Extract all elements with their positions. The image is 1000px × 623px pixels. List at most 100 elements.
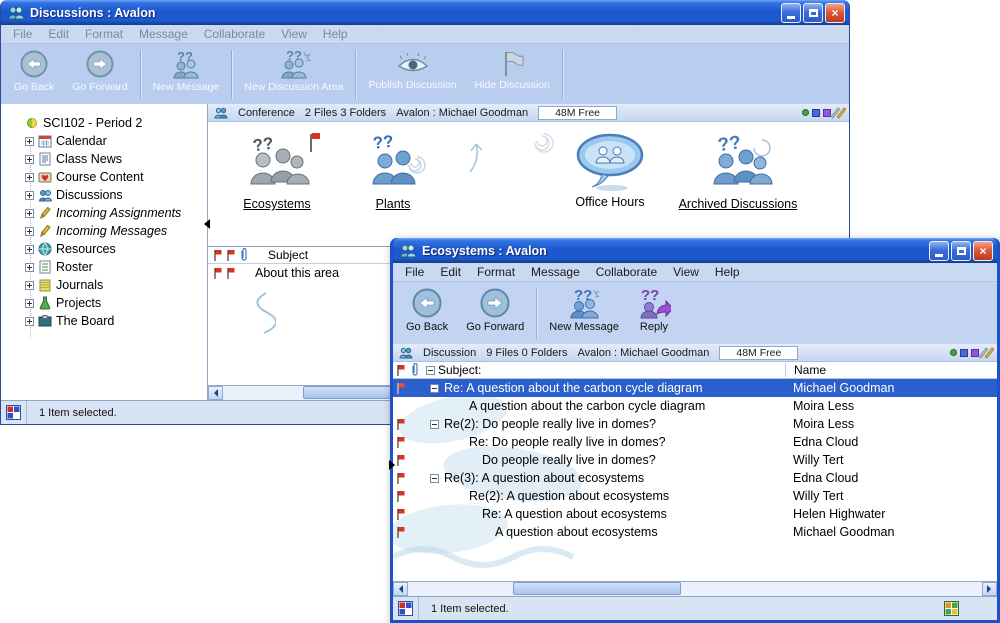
scrollbar-track[interactable] <box>408 582 982 596</box>
paperclip-column-icon[interactable] <box>239 248 249 262</box>
message-row[interactable]: Re: A question about the carbon cycle di… <box>393 379 997 397</box>
maximize-button[interactable] <box>951 241 971 261</box>
minimize-button[interactable] <box>929 241 949 261</box>
hide-discussion-button[interactable]: Hide Discussion <box>466 47 559 102</box>
menu-item-help[interactable]: Help <box>707 263 748 281</box>
collapse-thread-icon[interactable] <box>430 420 439 429</box>
expand-plus-icon[interactable] <box>25 137 34 146</box>
view-mode-button[interactable] <box>1 401 27 424</box>
expand-plus-icon[interactable] <box>25 191 34 200</box>
expand-plus-icon[interactable] <box>25 155 34 164</box>
scroll-left-button[interactable] <box>208 386 223 400</box>
menu-item-format[interactable]: Format <box>469 263 523 281</box>
sidebar-item-label: Class News <box>56 152 122 166</box>
message-row[interactable]: Re(3): A question about ecosystems Edna … <box>393 469 997 487</box>
minimize-button[interactable] <box>781 3 801 23</box>
list-item-label: About this area <box>255 266 339 280</box>
close-button[interactable]: × <box>973 241 993 261</box>
subject-column-header[interactable]: Subject <box>268 248 308 262</box>
flag-column-icon[interactable] <box>213 249 223 261</box>
new-discussion-area-button[interactable]: ?? New Discussion Area <box>235 47 352 102</box>
sidebar-item-roster[interactable]: Roster <box>1 258 207 276</box>
paperclip-column-icon[interactable] <box>410 363 420 377</box>
subject-column-header[interactable]: Subject: <box>438 363 785 377</box>
toolbar-separator <box>562 50 563 99</box>
sidebar-item-discussions[interactable]: Discussions <box>1 186 207 204</box>
sidebar-item-projects[interactable]: Projects <box>1 294 207 312</box>
message-row[interactable]: A question about ecosystems Michael Good… <box>393 523 997 541</box>
status-dot-icon[interactable] <box>950 349 957 356</box>
sidebar-item-resources[interactable]: Resources <box>1 240 207 258</box>
message-row[interactable]: Re: Do people really live in domes? Edna… <box>393 433 997 451</box>
view-icon[interactable] <box>960 349 968 357</box>
view-icon[interactable] <box>812 109 820 117</box>
view-mode-button[interactable] <box>393 597 419 620</box>
menu-item-message[interactable]: Message <box>131 25 196 43</box>
sidebar-item-incoming-assignments[interactable]: Incoming Assignments <box>1 204 207 222</box>
expand-plus-icon[interactable] <box>25 245 34 254</box>
maximize-button[interactable] <box>803 3 823 23</box>
expand-plus-icon[interactable] <box>25 281 34 290</box>
message-row[interactable]: Re(2): A question about ecosystems Willy… <box>393 487 997 505</box>
menu-item-message[interactable]: Message <box>523 263 588 281</box>
discussion-kind: Discussion <box>423 347 476 359</box>
scrollbar-thumb[interactable] <box>513 582 681 595</box>
expand-plus-icon[interactable] <box>25 227 34 236</box>
tree-root[interactable]: SCI102 - Period 2 <box>1 114 207 132</box>
menu-item-view[interactable]: View <box>273 25 315 43</box>
palette-icon[interactable] <box>823 109 831 117</box>
message-row[interactable]: A question about the carbon cycle diagra… <box>393 397 997 415</box>
conference-icon-archived-discussions[interactable]: ?? Archived Discussions <box>663 130 813 211</box>
flag-icon <box>396 418 406 430</box>
conference-icon-plants[interactable]: ?? Plants <box>318 130 468 211</box>
go-forward-button[interactable]: Go Forward <box>457 285 533 342</box>
pane-splitter-arrow[interactable] <box>389 460 400 470</box>
sidebar-item-class-news[interactable]: Class News <box>1 150 207 168</box>
menu-item-collaborate[interactable]: Collaborate <box>588 263 665 281</box>
expand-plus-icon[interactable] <box>25 209 34 218</box>
menu-item-format[interactable]: Format <box>77 25 131 43</box>
titlebar[interactable]: Discussions : Avalon × <box>1 0 849 25</box>
menu-item-help[interactable]: Help <box>315 25 356 43</box>
message-row[interactable]: Do people really live in domes? Willy Te… <box>393 451 997 469</box>
menu-item-file[interactable]: File <box>397 263 432 281</box>
message-row[interactable]: Re: A question about ecosystems Helen Hi… <box>393 505 997 523</box>
new-message-button[interactable]: ?? New Message <box>540 285 628 342</box>
sidebar-item-incoming-messages[interactable]: Incoming Messages <box>1 222 207 240</box>
expand-plus-icon[interactable] <box>25 299 34 308</box>
status-dot-icon[interactable] <box>802 109 809 116</box>
menu-item-file[interactable]: File <box>5 25 40 43</box>
go-forward-button[interactable]: Go Forward <box>63 47 136 102</box>
flag-column-icon[interactable] <box>396 364 406 376</box>
layout-toggle-button[interactable] <box>944 601 959 616</box>
scroll-left-button[interactable] <box>393 582 408 596</box>
palette-icon[interactable] <box>971 349 979 357</box>
go-back-button[interactable]: Go Back <box>5 47 63 102</box>
titlebar[interactable]: Ecosystems : Avalon × <box>393 238 997 263</box>
flag-column-icon[interactable] <box>226 249 236 261</box>
pane-splitter-arrow[interactable] <box>199 219 210 229</box>
close-button[interactable]: × <box>825 3 845 23</box>
publish-discussion-button[interactable]: Publish Discussion <box>359 47 465 102</box>
menu-item-collaborate[interactable]: Collaborate <box>196 25 273 43</box>
menu-item-view[interactable]: View <box>665 263 707 281</box>
new-message-button[interactable]: ?? New Message <box>144 47 229 102</box>
menu-item-edit[interactable]: Edit <box>40 25 77 43</box>
go-back-button[interactable]: Go Back <box>397 285 457 342</box>
menu-item-edit[interactable]: Edit <box>432 263 469 281</box>
expand-plus-icon[interactable] <box>25 173 34 182</box>
message-row[interactable]: Re(2): Do people really live in domes? M… <box>393 415 997 433</box>
collapse-thread-icon[interactable] <box>430 384 439 393</box>
collapse-all-icon[interactable] <box>426 366 435 375</box>
sidebar-item-the-board[interactable]: The Board <box>1 312 207 330</box>
expand-plus-icon[interactable] <box>25 263 34 272</box>
reply-button[interactable]: ?? Reply <box>628 285 680 342</box>
name-column-header[interactable]: Name <box>785 363 997 377</box>
collapse-thread-icon[interactable] <box>430 474 439 483</box>
sidebar-item-course-content[interactable]: Course Content <box>1 168 207 186</box>
expand-plus-icon[interactable] <box>25 317 34 326</box>
sidebar-item-calendar[interactable]: Calendar <box>1 132 207 150</box>
scroll-right-button[interactable] <box>982 582 997 596</box>
sidebar-item-journals[interactable]: Journals <box>1 276 207 294</box>
horizontal-scrollbar[interactable] <box>393 581 997 596</box>
